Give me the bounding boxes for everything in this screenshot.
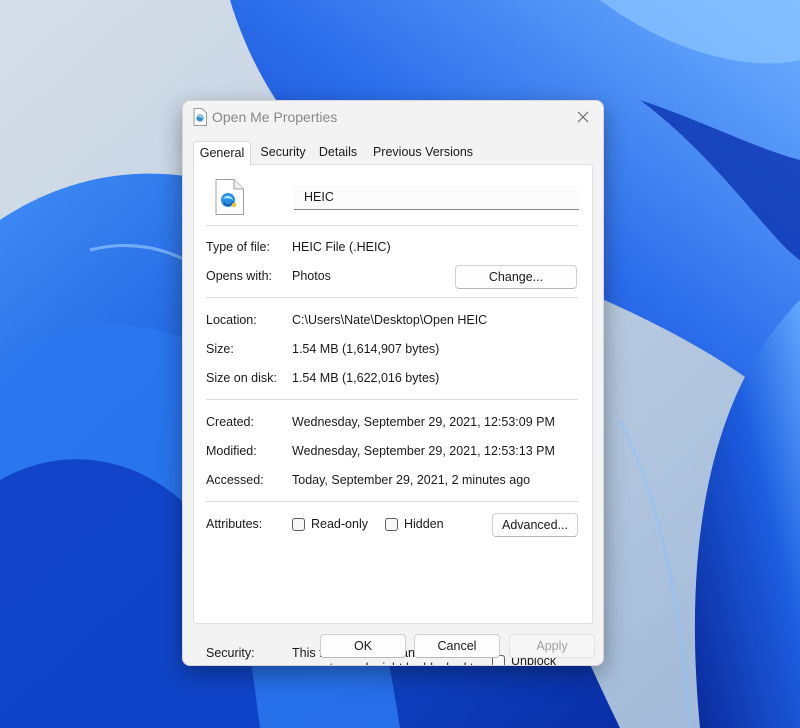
checkbox-box[interactable] — [385, 517, 398, 531]
readonly-label: Read-only — [311, 517, 368, 531]
dialog-title: Open Me Properties — [212, 109, 338, 125]
properties-dialog: Open Me Properties General Security Deta… — [182, 100, 604, 666]
attributes-label: Attributes: — [206, 517, 263, 531]
general-panel: Type of file: HEIC File (.HEIC) Opens wi… — [193, 164, 593, 665]
cancel-button[interactable]: Cancel — [414, 634, 500, 658]
divider — [206, 297, 578, 298]
type-of-file-value: HEIC File (.HEIC) — [292, 240, 391, 254]
close-button[interactable] — [569, 105, 597, 129]
created-label: Created: — [206, 415, 254, 429]
title-bar[interactable]: Open Me Properties — [183, 101, 603, 133]
divider — [206, 225, 578, 226]
modified-value: Wednesday, September 29, 2021, 12:53:13 … — [292, 444, 555, 458]
heic-file-icon — [193, 108, 207, 126]
opens-with-value: Photos — [292, 269, 331, 283]
location-label: Location: — [206, 313, 257, 327]
accessed-label: Accessed: — [206, 473, 264, 487]
created-value: Wednesday, September 29, 2021, 12:53:09 … — [292, 415, 555, 429]
hidden-checkbox[interactable]: Hidden — [385, 517, 444, 531]
readonly-checkbox[interactable]: Read-only — [292, 517, 368, 531]
security-label: Security: — [206, 646, 255, 660]
modified-label: Modified: — [206, 444, 257, 458]
checkbox-box[interactable] — [292, 517, 305, 531]
heic-file-icon — [215, 179, 244, 215]
size-label: Size: — [206, 342, 234, 356]
size-on-disk-value: 1.54 MB (1,622,016 bytes) — [292, 371, 440, 385]
type-of-file-label: Type of file: — [206, 240, 270, 254]
opens-with-label: Opens with: — [206, 269, 273, 283]
file-name-input[interactable] — [294, 186, 579, 210]
change-button[interactable]: Change... — [455, 265, 577, 289]
tab-general[interactable]: General — [193, 141, 251, 166]
divider — [206, 399, 578, 400]
size-value: 1.54 MB (1,614,907 bytes) — [292, 342, 440, 356]
ok-button[interactable]: OK — [320, 634, 406, 658]
location-value: C:\Users\Nate\Desktop\Open HEIC — [292, 313, 488, 327]
size-on-disk-label: Size on disk: — [206, 371, 277, 385]
hidden-label: Hidden — [404, 517, 444, 531]
tab-previous-versions[interactable]: Previous Versions — [367, 141, 479, 164]
tab-security[interactable]: Security — [255, 141, 311, 164]
accessed-value: Today, September 29, 2021, 2 minutes ago — [292, 473, 531, 487]
apply-button[interactable]: Apply — [509, 634, 595, 658]
close-icon — [577, 111, 589, 123]
divider — [206, 501, 578, 502]
advanced-button[interactable]: Advanced... — [492, 513, 578, 537]
tab-details[interactable]: Details — [315, 141, 361, 164]
